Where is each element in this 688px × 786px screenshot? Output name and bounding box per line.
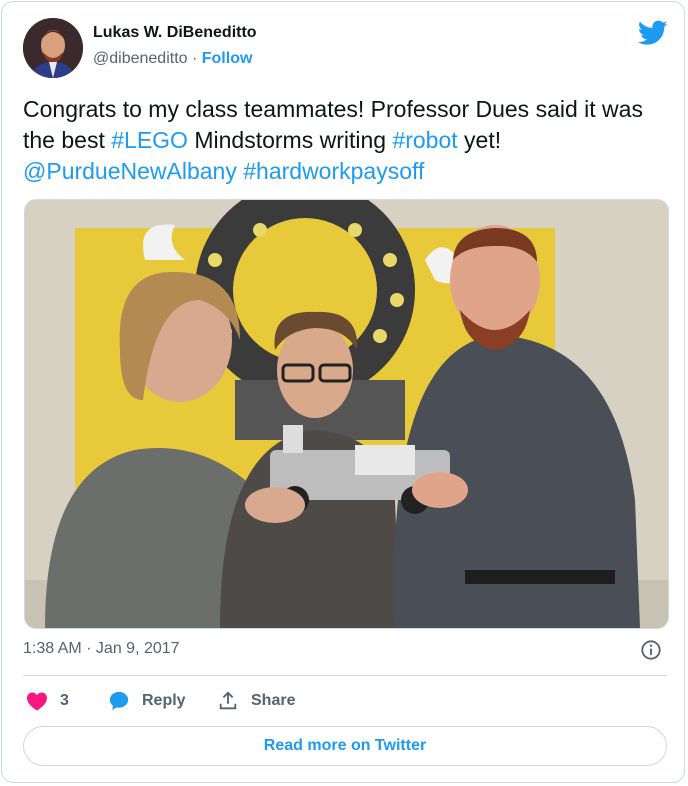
tweet-timestamp[interactable]: 1:38 AM · Jan 9, 2017 [23,640,180,658]
share-button[interactable]: Share [217,690,295,712]
hashtag-hardworkpaysoff-link[interactable]: #hardworkpaysoff [243,158,424,184]
tweet-text-part: yet! [457,127,502,153]
author-handle-line: @dibeneditto · Follow [93,50,252,68]
author-name[interactable]: Lukas W. DiBeneditto [93,24,257,42]
hashtag-lego-link[interactable]: #LEGO [111,127,188,153]
mention-purduenewalbany-link[interactable]: @PurdueNewAlbany [23,158,237,184]
hashtag-robot-link[interactable]: #robot [392,127,457,153]
heart-icon [27,692,47,711]
likes-count: 3 [60,692,69,709]
reply-bubble-icon [109,691,129,711]
tweet-card: Lukas W. DiBeneditto @dibeneditto · Foll… [1,1,685,783]
tweet-text-part: Mindstorms writing [187,127,393,153]
divider [23,675,667,676]
reply-label: Reply [142,692,186,709]
tweet-text: Congrats to my class teammates! Professo… [23,94,663,187]
follow-button[interactable]: Follow [202,50,253,67]
avatar[interactable] [23,18,83,78]
read-more-button[interactable]: Read more on Twitter [23,726,667,766]
tweet-photo[interactable] [24,199,669,629]
like-button[interactable]: 3 [26,690,69,712]
twitter-bird-icon[interactable] [638,20,668,46]
author-handle[interactable]: @dibeneditto [93,50,188,67]
handle-separator: · [187,50,202,67]
share-icon [219,691,237,710]
reply-button[interactable]: Reply [108,690,186,712]
share-label: Share [251,692,296,709]
info-icon[interactable] [640,639,662,661]
